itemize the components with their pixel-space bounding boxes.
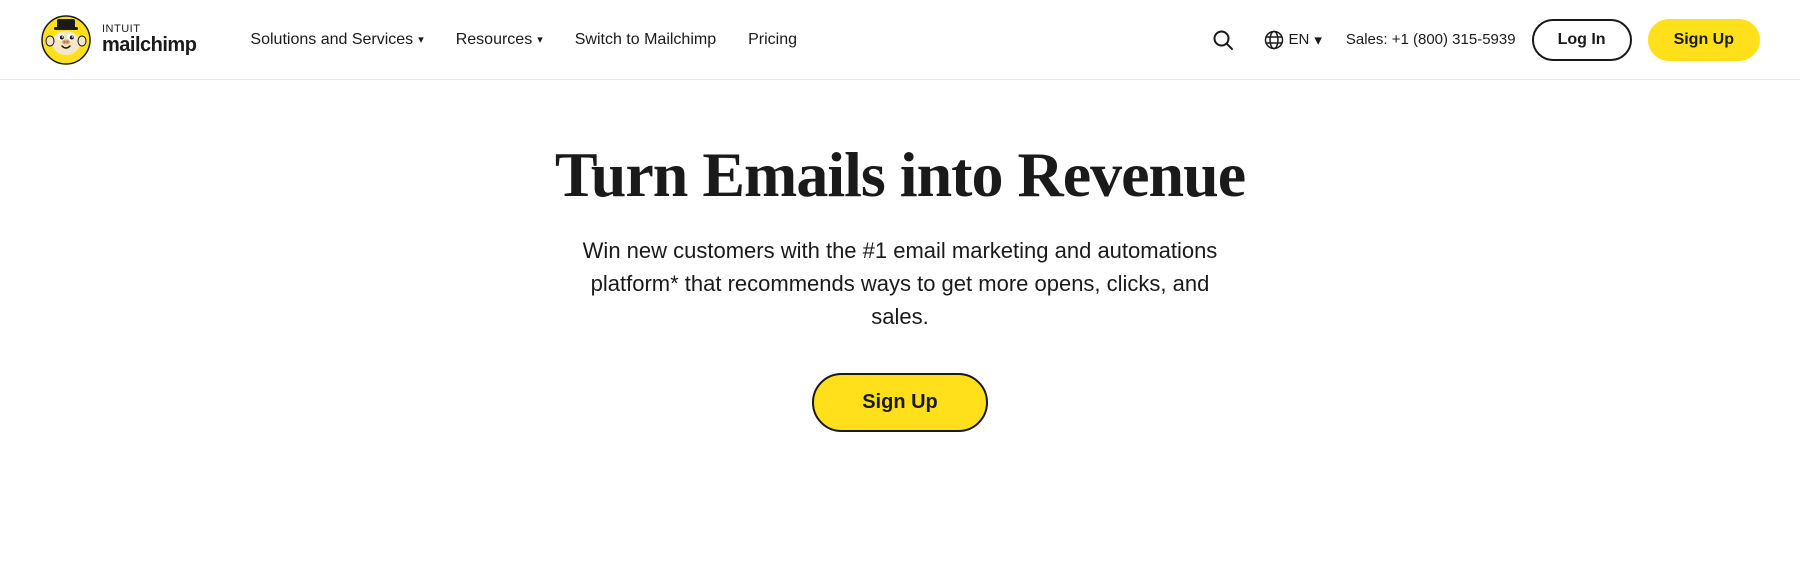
nav-pricing[interactable]: Pricing: [734, 23, 811, 57]
nav-resources[interactable]: Resources ▾: [442, 23, 557, 57]
nav-solutions-label: Solutions and Services: [250, 31, 413, 49]
nav-links: Solutions and Services ▾ Resources ▾ Swi…: [236, 23, 1197, 57]
hero-title: Turn Emails into Revenue: [555, 140, 1245, 210]
nav-right: EN ▾ Sales: +1 (800) 315-5939 Log In Sig…: [1206, 19, 1761, 61]
resources-chevron-icon: ▾: [537, 33, 543, 46]
mailchimp-label: mailchimp: [102, 35, 196, 55]
signup-nav-button[interactable]: Sign Up: [1648, 19, 1760, 61]
logo[interactable]: INTUIT mailchimp: [40, 14, 196, 66]
globe-icon: [1264, 30, 1284, 50]
language-selector[interactable]: EN ▾: [1256, 24, 1330, 56]
search-button[interactable]: [1206, 23, 1240, 57]
login-button[interactable]: Log In: [1532, 19, 1632, 61]
nav-pricing-label: Pricing: [748, 31, 797, 49]
nav-resources-label: Resources: [456, 31, 532, 49]
nav-switch-label: Switch to Mailchimp: [575, 31, 716, 49]
lang-label: EN: [1289, 31, 1310, 48]
lang-chevron-icon: ▾: [1314, 31, 1322, 49]
main-nav: INTUIT mailchimp Solutions and Services …: [0, 0, 1800, 80]
hero-subtitle: Win new customers with the #1 email mark…: [580, 234, 1220, 333]
search-icon: [1212, 29, 1234, 51]
hero-section: Turn Emails into Revenue Win new custome…: [0, 80, 1800, 472]
mailchimp-monkey-icon: [40, 14, 92, 66]
solutions-chevron-icon: ▾: [418, 33, 424, 46]
logo-text: INTUIT mailchimp: [102, 24, 196, 55]
sales-phone: Sales: +1 (800) 315-5939: [1346, 31, 1516, 48]
signup-hero-button[interactable]: Sign Up: [812, 373, 988, 432]
nav-solutions[interactable]: Solutions and Services ▾: [236, 23, 437, 57]
nav-switch[interactable]: Switch to Mailchimp: [561, 23, 730, 57]
